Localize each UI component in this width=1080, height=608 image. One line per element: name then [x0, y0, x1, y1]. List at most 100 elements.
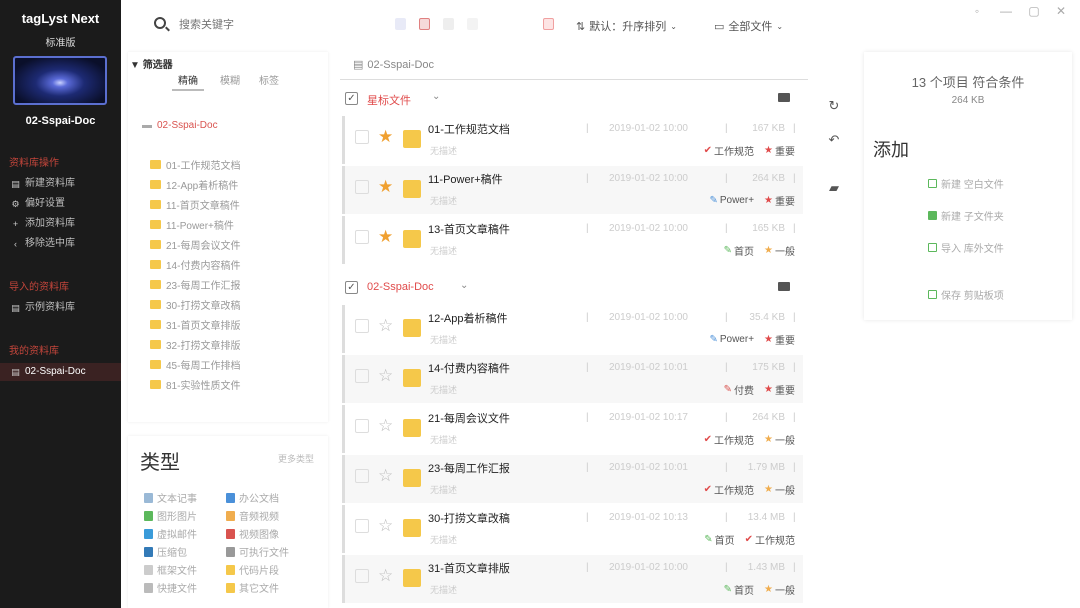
view-grid-icon[interactable]: [419, 18, 430, 30]
tree-folder-item[interactable]: 32-打捞文章排版: [150, 337, 240, 352]
row-checkbox[interactable]: [355, 230, 369, 244]
folder-icon[interactable]: ▰: [827, 180, 841, 196]
search-icon[interactable]: [154, 17, 166, 29]
tree-folder-item[interactable]: 14-付费内容稿件: [150, 257, 240, 272]
file-row[interactable]: ☆ 30-打捞文章改稿 无描述 | 2019-01-02 10:13 | 13.4 MB | ✎…: [342, 505, 803, 553]
type-filter-item[interactable]: 音频视频: [226, 508, 279, 523]
star-icon[interactable]: ☆: [378, 316, 393, 336]
star-icon[interactable]: ☆: [378, 466, 393, 486]
tag-badge[interactable]: ★ 一般: [764, 243, 795, 258]
types-more-link[interactable]: 更多类型: [278, 452, 314, 465]
tag-badge[interactable]: ★ 一般: [764, 482, 795, 497]
row-checkbox[interactable]: [355, 419, 369, 433]
tag-badge[interactable]: ★ 一般: [764, 432, 795, 447]
file-row[interactable]: ★ 11-Power+稿件 无描述 | 2019-01-02 10:00 | 264 KB |…: [342, 166, 803, 214]
tree-folder-item[interactable]: 31-首页文章排版: [150, 317, 240, 332]
tree-folder-item[interactable]: 81-实验性质文件: [150, 377, 240, 392]
new-subfolder-button[interactable]: 新建 子文件夹: [928, 208, 1004, 223]
tree-folder-item[interactable]: 30-打捞文章改稿: [150, 297, 240, 312]
tab-exact[interactable]: 精确: [172, 72, 204, 91]
row-checkbox[interactable]: [355, 180, 369, 194]
library-thumbnail[interactable]: [13, 56, 107, 105]
sidebar-item-sample-library[interactable]: ▤ 示例资料库: [0, 299, 121, 317]
tag-badge[interactable]: ★ 重要: [764, 332, 795, 347]
type-filter-item[interactable]: 其它文件: [226, 580, 279, 595]
undo-icon[interactable]: ↶: [827, 132, 841, 148]
minimize-icon[interactable]: —: [998, 4, 1014, 18]
import-file-button[interactable]: 导入 库外文件: [928, 240, 1004, 255]
sidebar-item-preferences[interactable]: ⚙ 偏好设置: [0, 195, 121, 213]
new-blank-file-button[interactable]: 新建 空白文件: [928, 176, 1004, 191]
sort-dropdown[interactable]: ⇅ 默认：升序排列 ⌄: [576, 18, 677, 34]
tag-badge[interactable]: ★ 重要: [764, 382, 795, 397]
view-preview-icon[interactable]: [467, 18, 478, 30]
tree-folder-item[interactable]: 01-工作规范文档: [150, 157, 240, 172]
sidebar-item-add-library[interactable]: + 添加资料库: [0, 215, 121, 233]
type-filter-item[interactable]: 视频图像: [226, 526, 279, 541]
group-checkbox[interactable]: ✓: [345, 281, 358, 294]
tag-badge[interactable]: ★ 一般: [764, 582, 795, 597]
type-filter-item[interactable]: 框架文件: [144, 562, 197, 577]
tab-fuzzy[interactable]: 模糊: [220, 72, 240, 87]
tree-folder-item[interactable]: 23-每周工作汇报: [150, 277, 240, 292]
row-checkbox[interactable]: [355, 469, 369, 483]
sidebar-item-sspai-doc[interactable]: ▤ 02-Sspai-Doc: [0, 363, 121, 381]
star-icon[interactable]: ☆: [378, 366, 393, 386]
row-checkbox[interactable]: [355, 319, 369, 333]
type-filter-item[interactable]: 办公文档: [226, 490, 279, 505]
star-icon[interactable]: ★: [378, 127, 393, 147]
tag-badge[interactable]: ✔ 工作规范: [745, 532, 795, 547]
sidebar-item-remove-library[interactable]: ‹ 移除选中库: [0, 235, 121, 253]
close-icon[interactable]: ✕: [1053, 4, 1069, 18]
row-checkbox[interactable]: [355, 130, 369, 144]
tree-folder-item[interactable]: 45-每周工作排档: [150, 357, 240, 372]
tag-filter-icon[interactable]: [543, 18, 554, 30]
file-group-header[interactable]: ✓ 02-Sspai-Doc ⌄: [340, 278, 808, 300]
tree-folder-item[interactable]: 11-首页文章稿件: [150, 197, 240, 212]
tag-badge[interactable]: ✎ Power+: [709, 332, 754, 347]
tab-tags[interactable]: 标签: [259, 72, 279, 87]
tag-badge[interactable]: ✔ 工作规范: [704, 482, 754, 497]
tree-folder-item[interactable]: 21-每周会议文件: [150, 237, 240, 252]
sidebar-item-new-library[interactable]: ▤ 新建资料库: [0, 175, 121, 193]
star-icon[interactable]: ★: [378, 177, 393, 197]
tag-badge[interactable]: ✎ 首页: [724, 243, 754, 258]
star-icon[interactable]: ☆: [378, 566, 393, 586]
tag-badge[interactable]: ✎ 付费: [724, 382, 754, 397]
file-row[interactable]: ☆ 21-每周会议文件 无描述 | 2019-01-02 10:17 | 264 KB | ✔ 工…: [342, 405, 803, 453]
type-filter-item[interactable]: 虚拟邮件: [144, 526, 197, 541]
group-checkbox[interactable]: ✓: [345, 92, 358, 105]
chevron-down-icon[interactable]: ⌄: [460, 280, 468, 291]
tag-badge[interactable]: ✔ 工作规范: [704, 432, 754, 447]
save-clipboard-button[interactable]: 保存 剪贴板项: [928, 287, 1004, 302]
star-icon[interactable]: ★: [378, 227, 393, 247]
settings-icon[interactable]: ◦: [969, 4, 985, 18]
tree-folder-item[interactable]: 11-Power+稿件: [150, 217, 234, 232]
view-detail-icon[interactable]: [443, 18, 454, 30]
tree-root[interactable]: ▬ 02-Sspai-Doc: [142, 120, 218, 131]
row-checkbox[interactable]: [355, 569, 369, 583]
refresh-icon[interactable]: ↻: [827, 98, 841, 114]
type-filter-item[interactable]: 图形图片: [144, 508, 197, 523]
tree-folder-item[interactable]: 12-App着析稿件: [150, 177, 238, 192]
type-filter-item[interactable]: 代码片段: [226, 562, 279, 577]
tag-badge[interactable]: ✔ 工作规范: [704, 143, 754, 158]
file-row[interactable]: ★ 13-首页文章稿件 无描述 | 2019-01-02 10:00 | 165 KB | ✎ 首…: [342, 216, 803, 264]
file-row[interactable]: ☆ 23-每周工作汇报 无描述 | 2019-01-02 10:01 | 1.79 MB | ✔…: [342, 455, 803, 503]
file-row[interactable]: ★ 01-工作规范文档 无描述 | 2019-01-02 10:00 | 167 KB | ✔ 工…: [342, 116, 803, 164]
star-icon[interactable]: ☆: [378, 516, 393, 536]
file-row[interactable]: ☆ 14-付费内容稿件 无描述 | 2019-01-02 10:01 | 175 KB | ✎ 付…: [342, 355, 803, 403]
star-icon[interactable]: ☆: [378, 416, 393, 436]
file-group-header[interactable]: ✓ 星标文件 ⌄: [340, 89, 808, 111]
folder-icon[interactable]: [778, 282, 790, 291]
tag-badge[interactable]: ✎ 首页: [704, 532, 734, 547]
view-list-icon[interactable]: [395, 18, 406, 30]
scope-dropdown[interactable]: ▭ 全部文件 ⌄: [714, 18, 783, 34]
file-row[interactable]: ☆ 12-App着析稿件 无描述 | 2019-01-02 10:00 | 35.4 KB |…: [342, 305, 803, 353]
type-filter-item[interactable]: 可执行文件: [226, 544, 289, 559]
maximize-icon[interactable]: ▢: [1026, 4, 1042, 18]
folder-icon[interactable]: [778, 93, 790, 102]
type-filter-item[interactable]: 压缩包: [144, 544, 187, 559]
tag-badge[interactable]: ✎ 首页: [724, 582, 754, 597]
tag-badge[interactable]: ★ 重要: [764, 193, 795, 208]
